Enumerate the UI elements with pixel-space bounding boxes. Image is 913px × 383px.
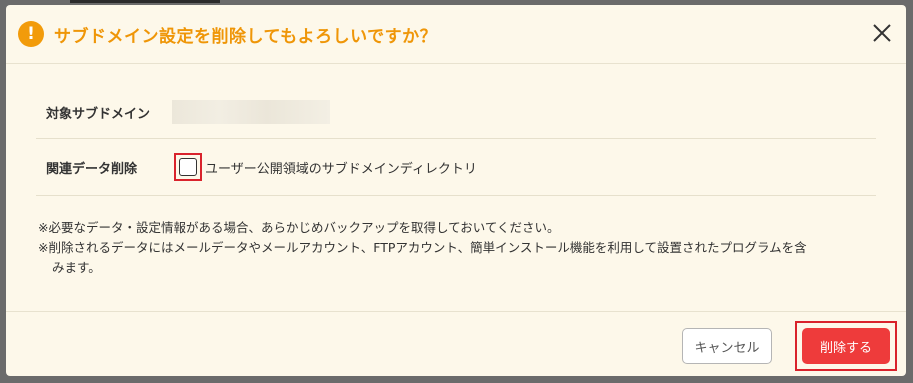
dialog-body: 対象サブドメイン 関連データ削除 ユーザー公開領域のサブドメインディレクトリ ※…	[6, 64, 906, 278]
close-button[interactable]	[870, 21, 894, 45]
delete-subdomain-dialog: ! サブドメイン設定を削除してもよろしいですか？ 対象サブドメイン 関連データ削…	[6, 5, 906, 376]
dialog-header: ! サブドメイン設定を削除してもよろしいですか？	[6, 5, 906, 64]
target-subdomain-value	[172, 100, 330, 124]
note-deleted-data: ※削除されるデータにはメールデータやメールアカウント、FTPアカウント、簡単イン…	[38, 240, 807, 255]
note-deleted-data-cont: みます。	[52, 260, 101, 275]
delete-button[interactable]: 削除する	[802, 328, 890, 364]
note-backup: ※必要なデータ・設定情報がある場合、あらかじめバックアップを取得しておいてくださ…	[38, 220, 560, 235]
delete-button-highlight: 削除する	[795, 321, 897, 371]
warning-icon: !	[18, 21, 44, 47]
target-subdomain-label: 対象サブドメイン	[46, 106, 151, 122]
checkbox-highlight	[174, 153, 202, 181]
target-subdomain-row: 対象サブドメイン	[36, 86, 876, 139]
cancel-button[interactable]: キャンセル	[682, 328, 772, 364]
delete-directory-checkbox-label[interactable]: ユーザー公開領域のサブドメインディレクトリ	[205, 158, 477, 177]
dialog-footer: キャンセル 削除する	[6, 311, 906, 376]
delete-directory-checkbox[interactable]	[179, 158, 197, 176]
related-data-label: 関連データ削除	[46, 161, 138, 177]
dialog-title: サブドメイン設定を削除してもよろしいですか？	[54, 27, 438, 47]
background-strip	[70, 0, 220, 3]
close-icon	[873, 24, 891, 42]
related-data-row: 関連データ削除 ユーザー公開領域のサブドメインディレクトリ	[36, 139, 876, 196]
notes: ※必要なデータ・設定情報がある場合、あらかじめバックアップを取得しておいてくださ…	[34, 196, 878, 278]
